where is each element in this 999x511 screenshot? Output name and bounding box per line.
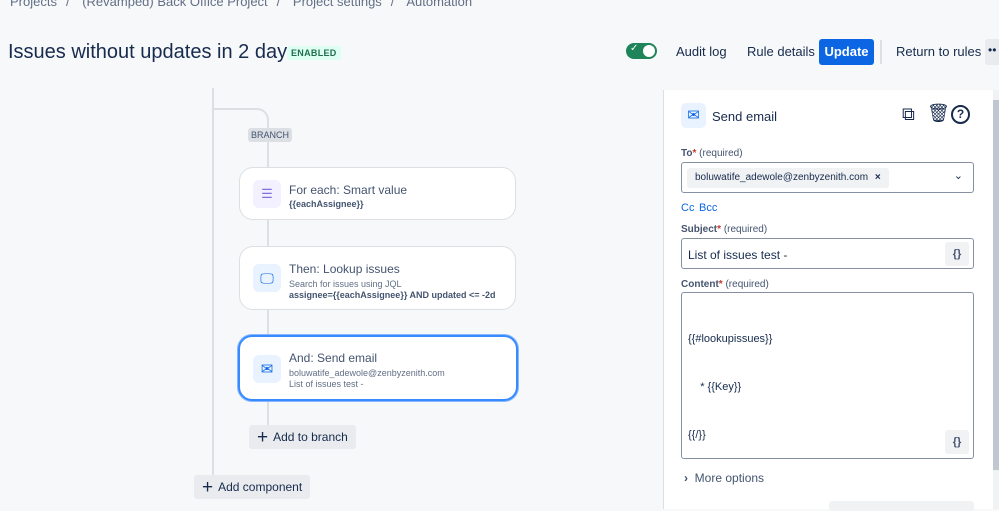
list-icon: ☰ — [253, 180, 281, 208]
recipient-tag: boluwatife_adewole@zenbyzenith.com — [695, 172, 869, 183]
smart-value-button[interactable]: {} — [945, 430, 969, 454]
return-to-rules-button[interactable]: Return to rules — [892, 40, 985, 64]
bcc-link[interactable]: Bcc — [699, 202, 717, 214]
more-options-label: More options — [694, 471, 765, 485]
more-button[interactable]: •• — [985, 39, 999, 65]
duplicate-icon[interactable]: ⧉ — [902, 104, 915, 125]
mail-icon: ✉ — [253, 355, 281, 383]
scrollbar[interactable] — [993, 90, 999, 509]
add-component-button[interactable]: + Add component — [194, 475, 310, 499]
branch-label: BRANCH — [248, 128, 293, 142]
content-textarea[interactable]: {{#lookupissues}} * {{Key}} {{/}} {} — [681, 292, 974, 459]
cc-link[interactable]: Cc — [681, 202, 694, 214]
panel-footer-button[interactable] — [829, 501, 974, 511]
subject-label: Subject* (required) — [681, 224, 768, 235]
breadcrumb-settings[interactable]: Project settings — [293, 0, 382, 9]
chevron-down-icon[interactable]: ⌄ — [954, 169, 963, 182]
flow-line — [212, 88, 214, 488]
breadcrumb-automation[interactable]: Automation — [406, 0, 472, 9]
help-icon[interactable]: ? — [951, 105, 970, 124]
status-badge: ENABLED — [287, 46, 341, 60]
subject-input[interactable]: List of issues test - {} — [681, 238, 974, 269]
content-label: Content* (required) — [681, 279, 769, 290]
check-icon: ✓ — [630, 43, 639, 54]
card-subtitle: List of issues test - — [289, 379, 364, 389]
chevron-right-icon: › — [684, 471, 688, 485]
button-label: Add component — [218, 480, 303, 494]
card-title: For each: Smart value — [289, 183, 408, 197]
card-title: And: Send email — [289, 351, 378, 365]
to-label: To* (required) — [681, 148, 743, 159]
monitor-icon: 🖵 — [253, 264, 281, 292]
add-to-branch-button[interactable]: + Add to branch — [249, 425, 356, 449]
content-line: {{#lookupissues}} — [688, 333, 773, 345]
trash-icon[interactable]: 🗑 — [927, 103, 950, 124]
rule-enabled-toggle[interactable]: ✓ — [626, 43, 657, 59]
subject-value: List of issues test - — [688, 248, 788, 262]
audit-log-button[interactable]: Audit log — [672, 40, 731, 64]
breadcrumb: Projects / (Revamped) Back Office Project… — [10, 0, 472, 9]
breadcrumb-projects[interactable]: Projects — [10, 0, 57, 9]
more-options-toggle[interactable]: › More options — [684, 471, 764, 485]
lookup-issues-card[interactable]: 🖵 Then: Lookup issues Search for issues … — [239, 246, 516, 310]
button-label: Add to branch — [273, 430, 348, 444]
card-detail: {{eachAssignee}} — [289, 199, 364, 209]
page-title: Issues without updates in 2 days — [8, 41, 298, 63]
divider — [880, 40, 882, 64]
plus-icon: + — [257, 426, 269, 448]
rule-details-button[interactable]: Rule details — [743, 40, 819, 64]
card-title: Then: Lookup issues — [289, 262, 400, 276]
update-button[interactable]: Update — [819, 39, 874, 65]
card-detail: assignee={{eachAssignee}} AND updated <=… — [289, 290, 496, 300]
card-subtitle: boluwatife_adewole@zenbyzenith.com — [289, 368, 445, 378]
card-subtitle: Search for issues using JQL — [289, 279, 402, 289]
panel-title: Send email — [712, 109, 778, 124]
plus-icon: + — [202, 476, 214, 498]
remove-recipient-icon[interactable]: × — [875, 172, 881, 183]
for-each-card[interactable]: ☰ For each: Smart value {{eachAssignee}} — [239, 167, 516, 220]
smart-value-button[interactable]: {} — [945, 242, 969, 266]
to-field[interactable]: boluwatife_adewole@zenbyzenith.com × ⌄ — [681, 162, 974, 193]
content-line: {{/}} — [688, 429, 706, 441]
send-email-card[interactable]: ✉ And: Send email boluwatife_adewole@zen… — [238, 335, 518, 401]
content-line: * {{Key}} — [688, 381, 742, 393]
mail-icon: ✉ — [681, 103, 706, 128]
breadcrumb-project[interactable]: (Revamped) Back Office Project — [82, 0, 267, 9]
